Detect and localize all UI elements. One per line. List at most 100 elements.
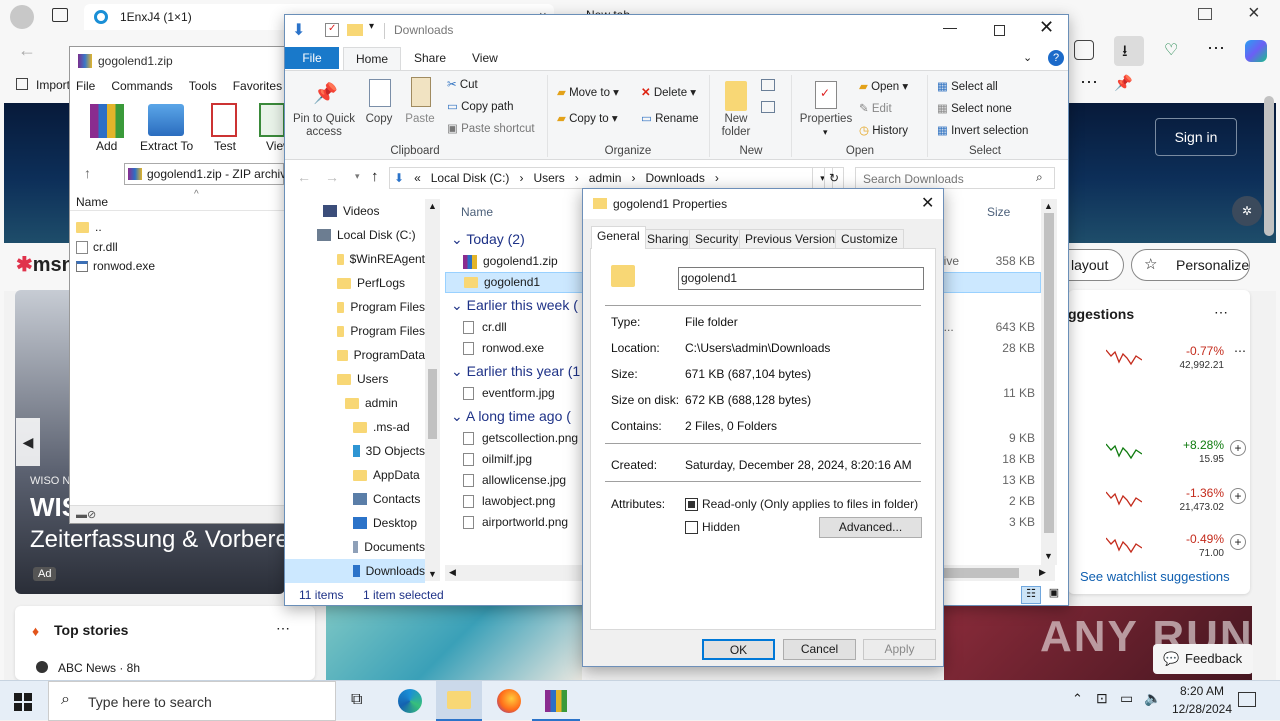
nav-item[interactable]: $WinREAgent bbox=[285, 247, 425, 271]
file-scroll-thumb[interactable] bbox=[1044, 213, 1054, 533]
rar-column-header[interactable]: Name ^ bbox=[70, 189, 284, 211]
stock-more-icon[interactable]: ⋯ bbox=[1234, 344, 1246, 358]
explorer-taskbar-button[interactable] bbox=[436, 681, 482, 721]
show-hidden-icons-icon[interactable]: ⌃ bbox=[1072, 691, 1083, 707]
delete-button[interactable]: ✕ Delete ▾ bbox=[641, 85, 696, 99]
clock-date[interactable]: 12/28/2024 bbox=[1164, 702, 1240, 716]
nav-item[interactable]: Videos bbox=[285, 199, 425, 223]
top-stories-more-icon[interactable]: ⋯ bbox=[276, 620, 290, 637]
tab-sharing[interactable]: Sharing bbox=[641, 229, 695, 248]
nav-item[interactable]: 3D Objects bbox=[285, 439, 425, 463]
properties-qa-icon[interactable]: ✓ bbox=[325, 23, 339, 37]
nav-item[interactable]: Program Files bbox=[285, 319, 425, 343]
feedback-button[interactable]: 💬 Feedback bbox=[1153, 644, 1253, 674]
close-icon[interactable]: ✕ bbox=[1039, 17, 1054, 38]
readonly-checkbox[interactable] bbox=[685, 498, 698, 511]
nav-item[interactable]: Desktop bbox=[285, 511, 425, 535]
new-folder-button[interactable]: New folder bbox=[715, 113, 757, 139]
customize-qa-icon[interactable]: ▾ bbox=[369, 21, 374, 32]
search-input[interactable]: Search Downloads ⌕ bbox=[855, 167, 1055, 189]
display-icon[interactable]: ▭ bbox=[1120, 690, 1133, 707]
clock-time[interactable]: 8:20 AM bbox=[1172, 684, 1232, 698]
tab-share[interactable]: Share bbox=[402, 47, 458, 69]
firefox-taskbar-icon[interactable] bbox=[497, 689, 521, 713]
ok-button[interactable]: OK bbox=[702, 639, 775, 660]
start-icon[interactable] bbox=[14, 693, 32, 711]
recent-locations-icon[interactable]: ▾ bbox=[355, 171, 360, 182]
tab-security[interactable]: Security bbox=[689, 229, 745, 248]
add-stock-icon[interactable]: + bbox=[1230, 440, 1246, 456]
rar-up-icon[interactable]: ↑ bbox=[84, 165, 91, 181]
select-none-button[interactable]: ▦ Select none bbox=[937, 101, 1012, 115]
nav-item[interactable]: Local Disk (C:) bbox=[285, 223, 425, 247]
see-watchlist-link[interactable]: See watchlist suggestions bbox=[1080, 569, 1230, 584]
notifications-icon[interactable] bbox=[1238, 692, 1256, 707]
history-button[interactable]: ◷ History bbox=[859, 123, 908, 137]
hidden-checkbox[interactable] bbox=[685, 521, 698, 534]
breadcrumb-overflow[interactable]: « bbox=[414, 171, 421, 185]
winrar-taskbar-button[interactable] bbox=[532, 681, 580, 721]
add-stock-icon[interactable]: + bbox=[1230, 534, 1246, 550]
select-all-button[interactable]: ▦ Select all bbox=[937, 79, 998, 93]
page-scrollbar[interactable] bbox=[1264, 96, 1274, 236]
folder-name-input[interactable]: gogolend1 bbox=[678, 267, 924, 290]
tab-general[interactable]: General bbox=[591, 226, 646, 249]
nav-item[interactable]: admin bbox=[285, 391, 425, 415]
nav-forward-icon[interactable]: → bbox=[325, 169, 339, 185]
copy-button[interactable]: Copy bbox=[361, 113, 397, 125]
rar-path-box[interactable]: gogolend1.zip - ZIP archive bbox=[124, 163, 293, 185]
nav-item[interactable]: ProgramData bbox=[285, 343, 425, 367]
task-view-icon[interactable]: ⧉ bbox=[351, 691, 362, 709]
list-item[interactable]: cr.dll bbox=[76, 238, 284, 257]
favorites-more-icon[interactable]: ⋯ bbox=[1080, 72, 1098, 93]
stock-row[interactable]: -1.36% 21,473.02 + bbox=[1068, 480, 1250, 520]
properties-dropdown-icon[interactable]: ▾ bbox=[823, 127, 828, 138]
tab-file[interactable]: File bbox=[285, 47, 339, 69]
rename-button[interactable]: ▭ Rename bbox=[641, 111, 699, 125]
advanced-button[interactable]: Advanced... bbox=[819, 517, 922, 538]
rar-menu-file[interactable]: File bbox=[76, 79, 95, 93]
file-scrollbar[interactable]: ▲ ▼ bbox=[1041, 199, 1057, 565]
browser-essentials-icon[interactable]: ♡ bbox=[1164, 40, 1178, 60]
col-name[interactable]: Name bbox=[461, 205, 493, 219]
carousel-prev-icon[interactable]: ◀ bbox=[16, 418, 40, 466]
rar-menu-favorites[interactable]: Favorites bbox=[233, 79, 282, 93]
settings-more-icon[interactable]: ⋯ bbox=[1207, 38, 1225, 59]
downloads-icon[interactable]: ⭳ bbox=[1114, 36, 1144, 66]
list-item[interactable]: ronwod.exe bbox=[76, 257, 284, 276]
stock-row[interactable]: -0.49% 71.00 + bbox=[1068, 526, 1250, 566]
story-image[interactable] bbox=[326, 606, 582, 680]
theme-icon[interactable]: ✲ bbox=[1232, 196, 1262, 226]
rar-add-button[interactable]: Add bbox=[96, 139, 117, 153]
rar-extract-button[interactable]: Extract To bbox=[140, 139, 193, 153]
breadcrumb-admin[interactable]: admin bbox=[589, 171, 622, 185]
nav-item[interactable]: AppData bbox=[285, 463, 425, 487]
apply-button[interactable]: Apply bbox=[863, 639, 936, 660]
properties-button[interactable]: Properties bbox=[797, 113, 855, 125]
msn-logo[interactable]: ✱msn bbox=[16, 252, 74, 277]
network-icon[interactable]: ⊡ bbox=[1096, 690, 1108, 707]
quick-access-down-icon[interactable]: ⬇ bbox=[292, 20, 305, 40]
nav-item[interactable]: Documents bbox=[285, 535, 425, 559]
new-folder-qa-icon[interactable] bbox=[347, 24, 363, 36]
paste-button[interactable]: Paste bbox=[401, 113, 439, 125]
stock-row[interactable]: -0.77% 42,992.21 ⋯ bbox=[1068, 338, 1250, 378]
refresh-icon[interactable]: ↻ bbox=[824, 167, 844, 189]
list-item[interactable]: .. bbox=[76, 217, 284, 238]
nav-scrollbar[interactable]: ▲ ▼ bbox=[425, 199, 440, 581]
nav-back-icon[interactable]: ← bbox=[297, 169, 311, 185]
tab-home[interactable]: Home bbox=[343, 47, 402, 70]
tab-actions-icon[interactable] bbox=[52, 8, 68, 22]
pin-icon[interactable]: 📌 bbox=[1114, 74, 1133, 92]
card-more-icon[interactable]: ⋯ bbox=[1214, 304, 1228, 321]
cut-button[interactable]: ✂ Cut bbox=[447, 77, 478, 91]
large-icons-view-icon[interactable]: ▣ bbox=[1045, 586, 1063, 604]
scroll-right-icon[interactable]: ▶ bbox=[1039, 567, 1046, 578]
copilot-icon[interactable] bbox=[1245, 40, 1267, 62]
scroll-up-icon[interactable]: ▲ bbox=[1044, 201, 1053, 211]
invert-selection-button[interactable]: ▦ Invert selection bbox=[937, 123, 1028, 137]
test-icon[interactable] bbox=[211, 103, 237, 137]
edit-button[interactable]: ✎ Edit bbox=[859, 101, 892, 115]
nav-scroll-thumb[interactable] bbox=[428, 369, 437, 439]
copy-path-button[interactable]: ▭ Copy path bbox=[447, 99, 514, 113]
